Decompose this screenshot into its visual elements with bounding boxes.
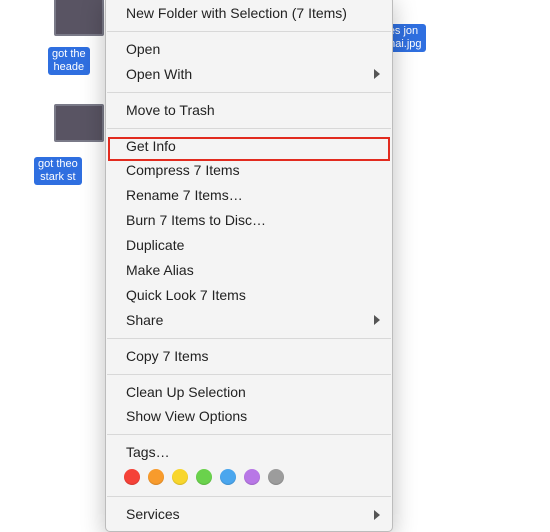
menu-rename[interactable]: Rename 7 Items… — [106, 183, 392, 208]
tag-dot-purple[interactable] — [244, 469, 260, 485]
menu-show-view-options[interactable]: Show View Options — [106, 404, 392, 429]
file-label[interactable]: got theo stark st — [34, 157, 82, 185]
menu-item-label: Duplicate — [126, 237, 184, 253]
tag-dot-green[interactable] — [196, 469, 212, 485]
menu-item-label: Show View Options — [126, 408, 247, 424]
menu-separator — [107, 496, 391, 497]
menu-item-label: Move to Trash — [126, 102, 215, 118]
file-label[interactable]: got the heade — [48, 47, 90, 75]
menu-item-label: Tags… — [126, 444, 170, 460]
menu-new-folder-selection[interactable]: New Folder with Selection (7 Items) — [106, 1, 392, 26]
menu-item-label: Open With — [126, 66, 192, 82]
menu-get-info[interactable]: Get Info — [106, 134, 392, 159]
menu-item-label: Open — [126, 41, 160, 57]
menu-item-label: Share — [126, 312, 163, 328]
menu-move-to-trash[interactable]: Move to Trash — [106, 98, 392, 123]
context-menu: New Folder with Selection (7 Items) Open… — [105, 0, 393, 532]
tags-color-row — [106, 465, 392, 491]
menu-open-with[interactable]: Open With — [106, 62, 392, 87]
menu-item-label: Make Alias — [126, 262, 194, 278]
menu-make-alias[interactable]: Make Alias — [106, 258, 392, 283]
menu-separator — [107, 92, 391, 93]
menu-item-label: Copy 7 Items — [126, 348, 208, 364]
menu-item-label: Get Info — [126, 138, 176, 154]
menu-quick-look[interactable]: Quick Look 7 Items — [106, 283, 392, 308]
tag-dot-red[interactable] — [124, 469, 140, 485]
menu-item-label: Services — [126, 506, 180, 522]
menu-compress[interactable]: Compress 7 Items — [106, 158, 392, 183]
menu-services[interactable]: Services — [106, 502, 392, 527]
file-thumb-image — [54, 0, 104, 36]
menu-duplicate[interactable]: Duplicate — [106, 233, 392, 258]
menu-item-label: Burn 7 Items to Disc… — [126, 212, 266, 228]
menu-item-label: Quick Look 7 Items — [126, 287, 246, 303]
file-thumbnail[interactable] — [54, 0, 104, 40]
file-thumbnail[interactable] — [54, 104, 104, 146]
tag-dot-gray[interactable] — [268, 469, 284, 485]
menu-burn[interactable]: Burn 7 Items to Disc… — [106, 208, 392, 233]
menu-separator — [107, 374, 391, 375]
menu-item-label: New Folder with Selection (7 Items) — [126, 5, 347, 21]
menu-open[interactable]: Open — [106, 37, 392, 62]
menu-item-label: Rename 7 Items… — [126, 187, 243, 203]
menu-clean-up-selection[interactable]: Clean Up Selection — [106, 380, 392, 405]
file-label-text: got the heade — [48, 47, 90, 75]
file-label-text: got theo stark st — [34, 157, 82, 185]
menu-share[interactable]: Share — [106, 308, 392, 333]
menu-separator — [107, 434, 391, 435]
menu-item-label: Clean Up Selection — [126, 384, 246, 400]
file-thumb-image — [54, 104, 104, 142]
menu-tags[interactable]: Tags… — [106, 440, 392, 465]
menu-separator — [107, 31, 391, 32]
menu-separator — [107, 338, 391, 339]
tag-dot-orange[interactable] — [148, 469, 164, 485]
menu-copy[interactable]: Copy 7 Items — [106, 344, 392, 369]
tag-dot-blue[interactable] — [220, 469, 236, 485]
tag-dot-yellow[interactable] — [172, 469, 188, 485]
menu-separator — [107, 128, 391, 129]
menu-item-label: Compress 7 Items — [126, 162, 240, 178]
